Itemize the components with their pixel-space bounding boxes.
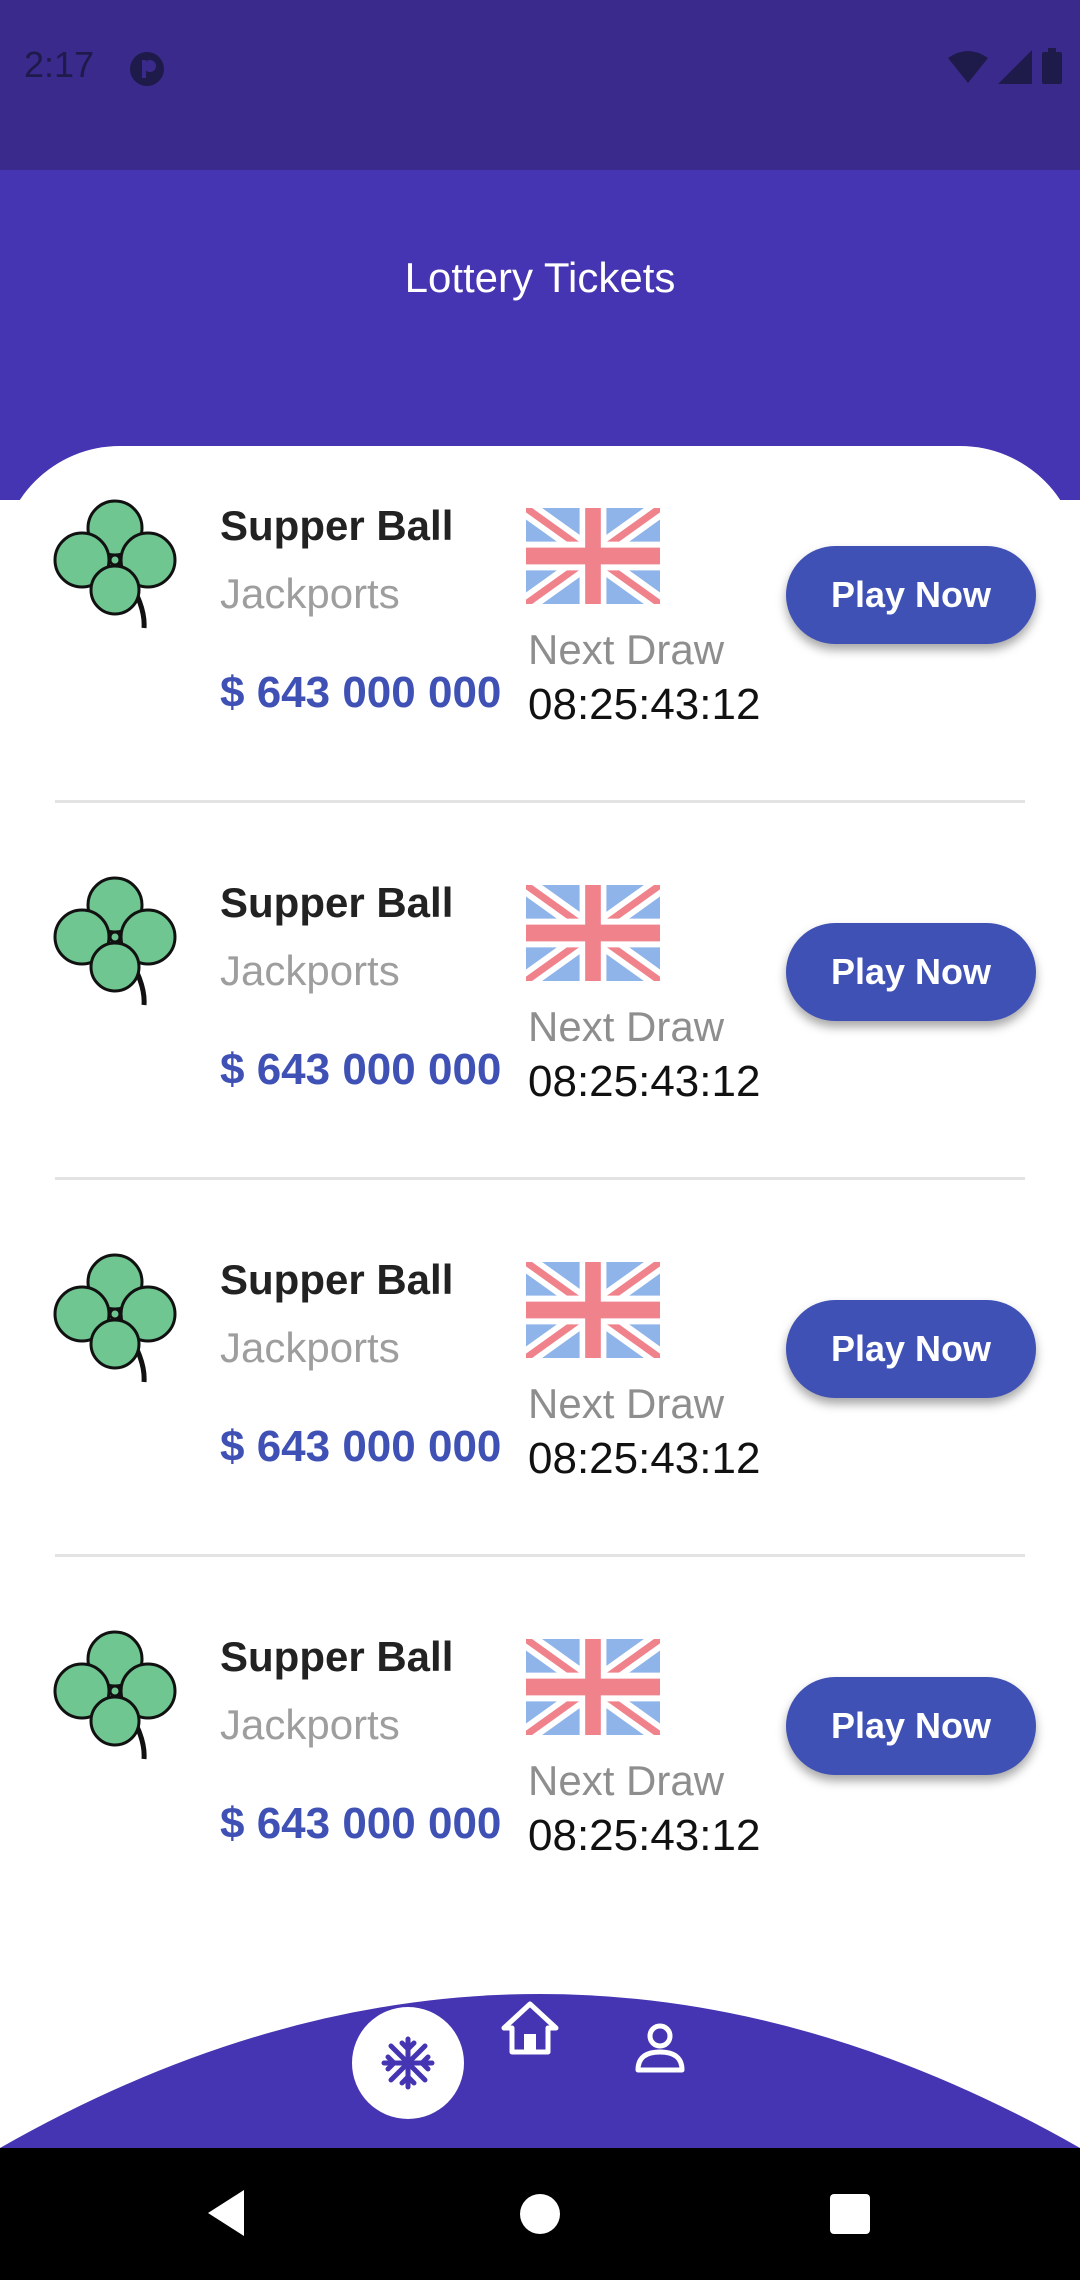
status-time: 2:17 xyxy=(24,44,95,85)
ticket-card: Supper Ball Jackports $ 643 000 000 Next… xyxy=(0,1577,1080,1954)
next-draw-label: Next Draw xyxy=(528,626,725,673)
play-now-button[interactable]: Play Now xyxy=(786,1300,1036,1398)
ticket-name: Supper Ball xyxy=(220,879,454,926)
play-now-button[interactable]: Play Now xyxy=(786,923,1036,1021)
next-draw-countdown: 08:25:43:12 xyxy=(528,1434,761,1483)
clover-icon xyxy=(53,1253,177,1383)
clover-icon xyxy=(53,876,177,1006)
status-icons xyxy=(948,48,1062,89)
ticket-card: Supper Ball Jackports $ 643 000 000 Next… xyxy=(0,823,1080,1200)
divider xyxy=(55,800,1025,803)
jackpot-amount: $ 643 000 000 xyxy=(220,1799,502,1848)
recents-icon[interactable] xyxy=(830,2194,870,2234)
jackpot-amount: $ 643 000 000 xyxy=(220,1045,502,1094)
profile-icon[interactable] xyxy=(632,2020,688,2081)
uk-flag-icon xyxy=(526,1639,660,1735)
next-draw-countdown: 08:25:43:12 xyxy=(528,1057,761,1106)
jackpot-amount: $ 643 000 000 xyxy=(220,1422,502,1471)
next-draw-countdown: 08:25:43:12 xyxy=(528,1811,761,1860)
clover-icon xyxy=(53,499,177,629)
play-now-button[interactable]: Play Now xyxy=(786,546,1036,644)
battery-icon xyxy=(1042,48,1062,89)
system-nav-bar xyxy=(0,2148,1080,2280)
ticket-subtitle: Jackports xyxy=(220,1324,400,1371)
ticket-list: Supper Ball Jackports $ 643 000 000 Next… xyxy=(0,446,1080,2046)
next-draw-label: Next Draw xyxy=(528,1380,725,1427)
next-draw-label: Next Draw xyxy=(528,1003,725,1050)
next-draw-countdown: 08:25:43:12 xyxy=(528,680,761,729)
ticket-name: Supper Ball xyxy=(220,1256,454,1303)
status-bar: 2:17 xyxy=(0,0,1080,170)
bottom-nav xyxy=(0,1960,1080,2148)
app-indicator-icon xyxy=(128,50,166,93)
home-icon[interactable] xyxy=(500,2000,560,2061)
uk-flag-icon xyxy=(526,508,660,604)
snowflake-button[interactable] xyxy=(352,2007,464,2119)
home-circle-icon[interactable] xyxy=(520,2194,560,2234)
next-draw-label: Next Draw xyxy=(528,1757,725,1804)
uk-flag-icon xyxy=(526,1262,660,1358)
ticket-name: Supper Ball xyxy=(220,1633,454,1680)
back-icon[interactable] xyxy=(204,2188,248,2243)
ticket-subtitle: Jackports xyxy=(220,947,400,994)
divider xyxy=(55,1554,1025,1557)
jackpot-amount: $ 643 000 000 xyxy=(220,668,502,717)
page-title: Lottery Tickets xyxy=(404,254,676,301)
ticket-card: Supper Ball Jackports $ 643 000 000 Next… xyxy=(0,1200,1080,1577)
clover-icon xyxy=(53,1630,177,1760)
ticket-subtitle: Jackports xyxy=(220,570,400,617)
uk-flag-icon xyxy=(526,885,660,981)
ticket-card: Supper Ball Jackports $ 643 000 000 Next… xyxy=(0,446,1080,823)
ticket-subtitle: Jackports xyxy=(220,1701,400,1748)
wifi-icon xyxy=(948,50,988,89)
ticket-name: Supper Ball xyxy=(220,502,454,549)
screen: 2:17 Lottery Tickets Supper Ball Jackpor… xyxy=(0,0,1080,2280)
divider xyxy=(55,1177,1025,1180)
signal-icon xyxy=(998,50,1032,89)
snowflake-icon xyxy=(381,2036,435,2090)
play-now-button[interactable]: Play Now xyxy=(786,1677,1036,1775)
